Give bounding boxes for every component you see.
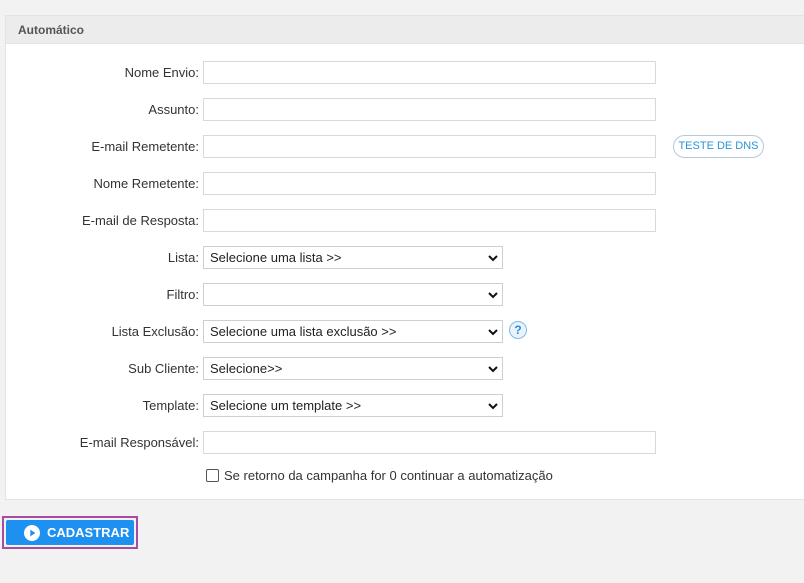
lista-exclusao-selected-value: Selecione uma lista exclusão >> bbox=[210, 324, 397, 339]
email-remetente-input[interactable] bbox=[203, 135, 656, 158]
continue-automation-checkbox[interactable] bbox=[206, 469, 219, 482]
assunto-input[interactable] bbox=[203, 98, 656, 121]
row-filtro: Filtro: bbox=[6, 283, 804, 306]
row-lista-exclusao: Lista Exclusão: Selecione uma lista excl… bbox=[6, 320, 804, 343]
row-nome-envio: Nome Envio: bbox=[6, 61, 804, 84]
email-responsavel-label: E-mail Responsável: bbox=[79, 435, 199, 450]
row-template: Template: Selecione um template >> bbox=[6, 394, 804, 417]
row-email-remetente: E-mail Remetente: TESTE DE DNS bbox=[6, 135, 804, 158]
help-icon[interactable]: ? bbox=[509, 321, 527, 339]
nome-envio-input[interactable] bbox=[203, 61, 656, 84]
chevron-down-icon bbox=[488, 329, 498, 336]
assunto-label: Assunto: bbox=[148, 102, 199, 117]
nome-remetente-input[interactable] bbox=[203, 172, 656, 195]
cadastrar-button[interactable]: CADASTRAR bbox=[6, 520, 134, 545]
filtro-select[interactable] bbox=[203, 283, 503, 306]
filtro-label: Filtro: bbox=[166, 287, 200, 302]
play-icon bbox=[24, 524, 40, 541]
lista-exclusao-select[interactable]: Selecione uma lista exclusão >> bbox=[203, 320, 503, 343]
chevron-down-icon bbox=[488, 403, 498, 410]
chevron-down-icon bbox=[488, 255, 498, 262]
submit-highlight: CADASTRAR bbox=[2, 516, 138, 549]
row-lista: Lista: Selecione uma lista >> bbox=[6, 246, 804, 269]
lista-selected-value: Selecione uma lista >> bbox=[210, 250, 342, 265]
template-label: Template: bbox=[142, 398, 199, 413]
row-email-responsavel: E-mail Responsável: bbox=[6, 431, 804, 454]
cadastrar-label: CADASTRAR bbox=[47, 525, 130, 540]
email-resposta-label: E-mail de Resposta: bbox=[81, 213, 199, 228]
lista-select[interactable]: Selecione uma lista >> bbox=[203, 246, 503, 269]
lista-exclusao-label: Lista Exclusão: bbox=[111, 324, 199, 339]
nome-envio-label: Nome Envio: bbox=[124, 65, 199, 80]
nome-remetente-label: Nome Remetente: bbox=[93, 176, 200, 191]
email-resposta-input[interactable] bbox=[203, 209, 656, 232]
sub-cliente-label: Sub Cliente: bbox=[128, 361, 199, 376]
panel-title: Automático bbox=[6, 16, 804, 44]
template-select[interactable]: Selecione um template >> bbox=[203, 394, 503, 417]
continue-automation-label: Se retorno da campanha for 0 continuar a… bbox=[224, 468, 553, 483]
email-responsavel-input[interactable] bbox=[203, 431, 656, 454]
row-email-resposta: E-mail de Resposta: bbox=[6, 209, 804, 232]
email-remetente-label: E-mail Remetente: bbox=[91, 139, 199, 154]
template-selected-value: Selecione um template >> bbox=[210, 398, 362, 413]
row-assunto: Assunto: bbox=[6, 98, 804, 121]
automatic-panel: Automático Nome Envio: Assunto: E-mail R… bbox=[5, 15, 804, 500]
chevron-down-icon bbox=[488, 292, 498, 299]
lista-label: Lista: bbox=[167, 250, 199, 265]
row-sub-cliente: Sub Cliente: Selecione>> bbox=[6, 357, 804, 380]
row-nome-remetente: Nome Remetente: bbox=[6, 172, 804, 195]
teste-dns-button[interactable]: TESTE DE DNS bbox=[673, 135, 764, 158]
chevron-down-icon bbox=[488, 366, 498, 373]
sub-cliente-select[interactable]: Selecione>> bbox=[203, 357, 503, 380]
sub-cliente-selected-value: Selecione>> bbox=[210, 361, 283, 376]
